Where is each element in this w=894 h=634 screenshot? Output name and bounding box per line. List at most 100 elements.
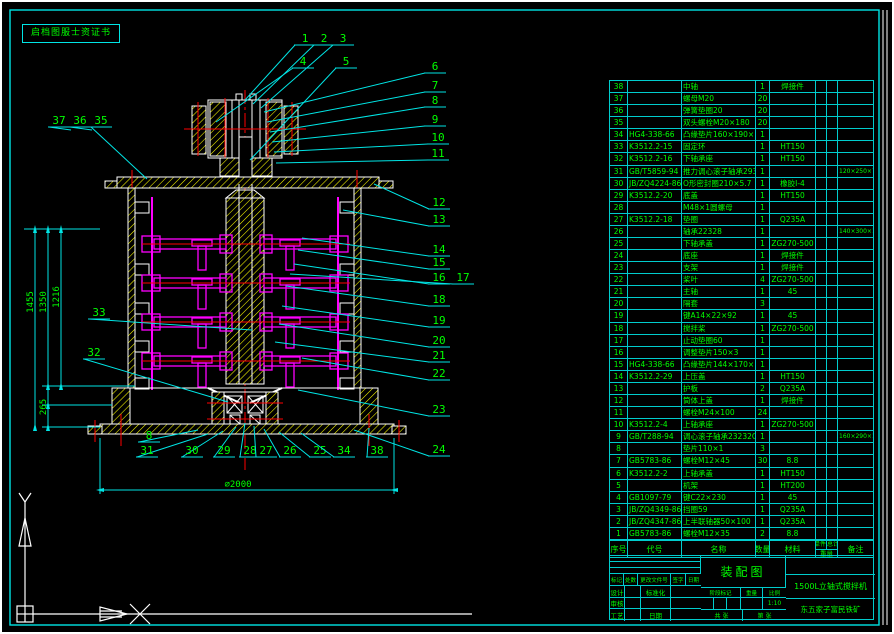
col-weight-unit: 单件 xyxy=(816,541,827,549)
bom-name: 上压盖 xyxy=(682,371,756,382)
bom-weight-unit xyxy=(816,468,827,479)
bom-qty: 20 xyxy=(756,105,770,116)
bom-weight-unit xyxy=(816,443,827,454)
bom-code xyxy=(628,310,682,321)
bom-weight-total xyxy=(827,443,838,454)
bom-note xyxy=(838,93,873,104)
bom-seq: 11 xyxy=(610,407,628,418)
bom-material: Q235A xyxy=(770,383,816,394)
bom-code xyxy=(628,93,682,104)
bom-name: 主轴 xyxy=(682,286,756,297)
callout-number: 32 xyxy=(87,346,100,359)
bom-material: HT150 xyxy=(770,190,816,201)
callout-number: 14 xyxy=(432,243,446,256)
bom-row: 17止动垫圈601 xyxy=(610,335,873,347)
bom-weight-unit xyxy=(816,347,827,358)
bom-note xyxy=(838,190,873,201)
bom-qty: 3 xyxy=(756,298,770,309)
bom-material xyxy=(770,105,816,116)
bom-note: 140×300×102 xyxy=(838,226,873,237)
bom-code xyxy=(628,480,682,491)
bom-material: ZG270-500 xyxy=(770,238,816,249)
bom-note xyxy=(838,250,873,261)
bom-weight-total xyxy=(827,129,838,140)
callout-number: 16 xyxy=(432,271,445,284)
bom-name: 调整垫片150×3 xyxy=(682,347,756,358)
bom-material xyxy=(770,117,816,128)
callout-number: 33 xyxy=(92,306,105,319)
callout-number: 18 xyxy=(432,293,445,306)
bom-name: 挡圈59 xyxy=(682,504,756,515)
bom-note xyxy=(838,323,873,334)
bom-seq: 19 xyxy=(610,310,628,321)
bom-note: 160×290×104 xyxy=(838,431,873,442)
bom-weight-unit xyxy=(816,492,827,503)
bom-material xyxy=(770,443,816,454)
bom-note xyxy=(838,129,873,140)
bom-qty: 1 xyxy=(756,323,770,334)
bom-name: 搅拌桨 xyxy=(682,323,756,334)
bom-name: 双头螺栓M20×180 xyxy=(682,117,756,128)
callout-number: 20 xyxy=(432,334,445,347)
bom-name: 螺栓M24×100 xyxy=(682,407,756,418)
bom-weight-total xyxy=(827,117,838,128)
bom-seq: 16 xyxy=(610,347,628,358)
bom-row: 28M48×1圆螺母1 xyxy=(610,202,873,214)
bom-row: 31GB/T5859-94推力调心滚子轴承29324X1120×250×78 xyxy=(610,166,873,178)
callout-leader xyxy=(261,45,333,108)
bom-material: 焊接件 xyxy=(770,81,816,92)
bom-note xyxy=(838,480,873,491)
bom-seq: 10 xyxy=(610,419,628,430)
bom-code xyxy=(628,262,682,273)
bom-note: 120×250×78 xyxy=(838,166,873,177)
bom-weight-total xyxy=(827,335,838,346)
bom-code xyxy=(628,238,682,249)
bom-code: GB/T5859-94 xyxy=(628,166,682,177)
role-standard: 标准化 xyxy=(641,586,671,598)
bom-weight-unit xyxy=(816,371,827,382)
bom-row: 22桨叶4ZG270-500 xyxy=(610,274,873,286)
bom-row: 2JB/ZQ4347-86上半联轴器50×1001Q235A xyxy=(610,516,873,528)
bom-code: K3512.2-16 xyxy=(628,153,682,164)
bom-qty: 1 xyxy=(756,371,770,382)
bom-note xyxy=(838,81,873,92)
bom-material: HT150 xyxy=(770,153,816,164)
callout-number: 28 xyxy=(243,444,256,457)
bom-name: 螺母M20 xyxy=(682,93,756,104)
callout-number: 19 xyxy=(432,314,445,327)
bom-row: 37螺母M2020 xyxy=(610,93,873,105)
bom-material: 8.8 xyxy=(770,528,816,539)
bom-seq: 21 xyxy=(610,286,628,297)
callout-number: 31 xyxy=(140,444,153,457)
bom-row: 36弹簧垫圈2020 xyxy=(610,105,873,117)
bom-row: 35双头螺栓M20×18020 xyxy=(610,117,873,129)
role-process: 工艺 xyxy=(610,609,625,621)
bom-code: K3512.2-29 xyxy=(628,371,682,382)
bom-weight-total xyxy=(827,371,838,382)
bom-seq: 9 xyxy=(610,431,628,442)
bom-seq: 38 xyxy=(610,81,628,92)
bom-code: GB5783-86 xyxy=(628,455,682,466)
bom-code xyxy=(628,202,682,213)
bom-qty: 1 xyxy=(756,166,770,177)
bom-note xyxy=(838,395,873,406)
callout-number: 24 xyxy=(432,443,446,456)
bom-code: GB5783-86 xyxy=(628,528,682,539)
bom-note xyxy=(838,141,873,152)
bom-weight-total xyxy=(827,190,838,201)
bom-material: 45 xyxy=(770,310,816,321)
bom-material xyxy=(770,359,816,370)
bom-row: 9GB/T288-94调心滚子轴承23232CA/W331160×290×104 xyxy=(610,431,873,443)
bom-qty: 1 xyxy=(756,190,770,201)
bom-qty: 1 xyxy=(756,214,770,225)
bom-code xyxy=(628,250,682,261)
bom-note xyxy=(838,286,873,297)
bom-note xyxy=(838,310,873,321)
callout-number: 11 xyxy=(431,147,444,160)
callout-number: 35 xyxy=(94,114,107,127)
bom-qty: 1 xyxy=(756,335,770,346)
bom-material: 焊接件 xyxy=(770,250,816,261)
bom-weight-unit xyxy=(816,166,827,177)
bom-qty: 1 xyxy=(756,81,770,92)
bom-weight-unit xyxy=(816,335,827,346)
